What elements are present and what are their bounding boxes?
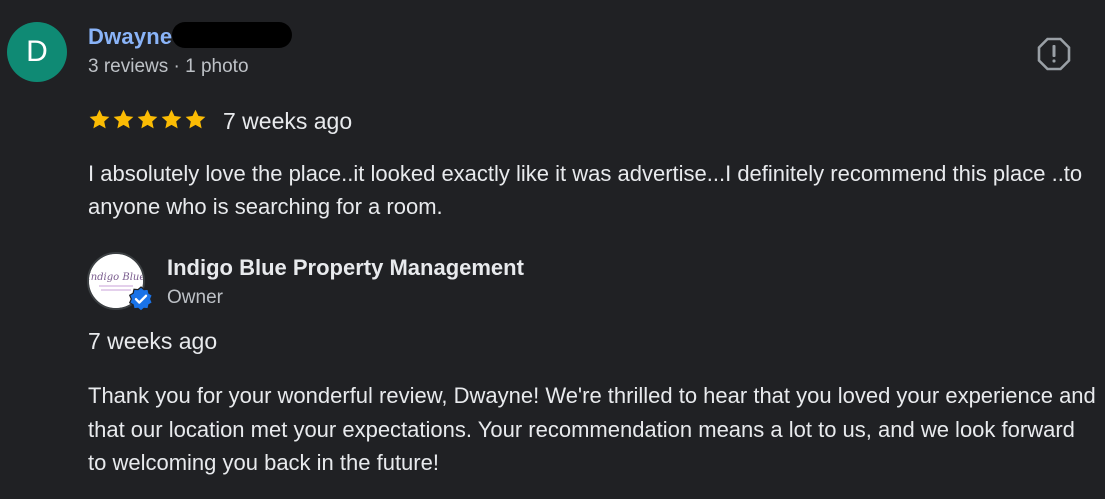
- review-timestamp: 7 weeks ago: [223, 108, 353, 134]
- reviewer-meta: 3 reviews · 1 photo: [88, 56, 249, 77]
- owner-name[interactable]: Indigo Blue Property Management: [167, 255, 524, 281]
- redaction-bar: [172, 22, 292, 48]
- star-icon: [137, 109, 158, 129]
- owner-logo-text: Indigo Blue: [89, 272, 143, 283]
- star-icon: [113, 109, 134, 129]
- owner-role: Owner: [167, 287, 223, 308]
- star-icon: [89, 109, 110, 129]
- verified-icon: [128, 286, 154, 312]
- star-icon: [185, 109, 206, 129]
- response-timestamp: 7 weeks ago: [88, 328, 218, 354]
- star-icon: [161, 109, 182, 129]
- owner-response-text: Thank you for your wonderful review, Dwa…: [88, 383, 1096, 475]
- star-rating: [88, 108, 207, 131]
- report-icon[interactable]: [1037, 37, 1071, 71]
- reviewer-avatar[interactable]: D: [7, 22, 67, 82]
- reviewer-name[interactable]: Dwayne: [88, 24, 172, 50]
- avatar-letter: D: [26, 35, 48, 68]
- review-text: I absolutely love the place..it looked e…: [88, 161, 1083, 219]
